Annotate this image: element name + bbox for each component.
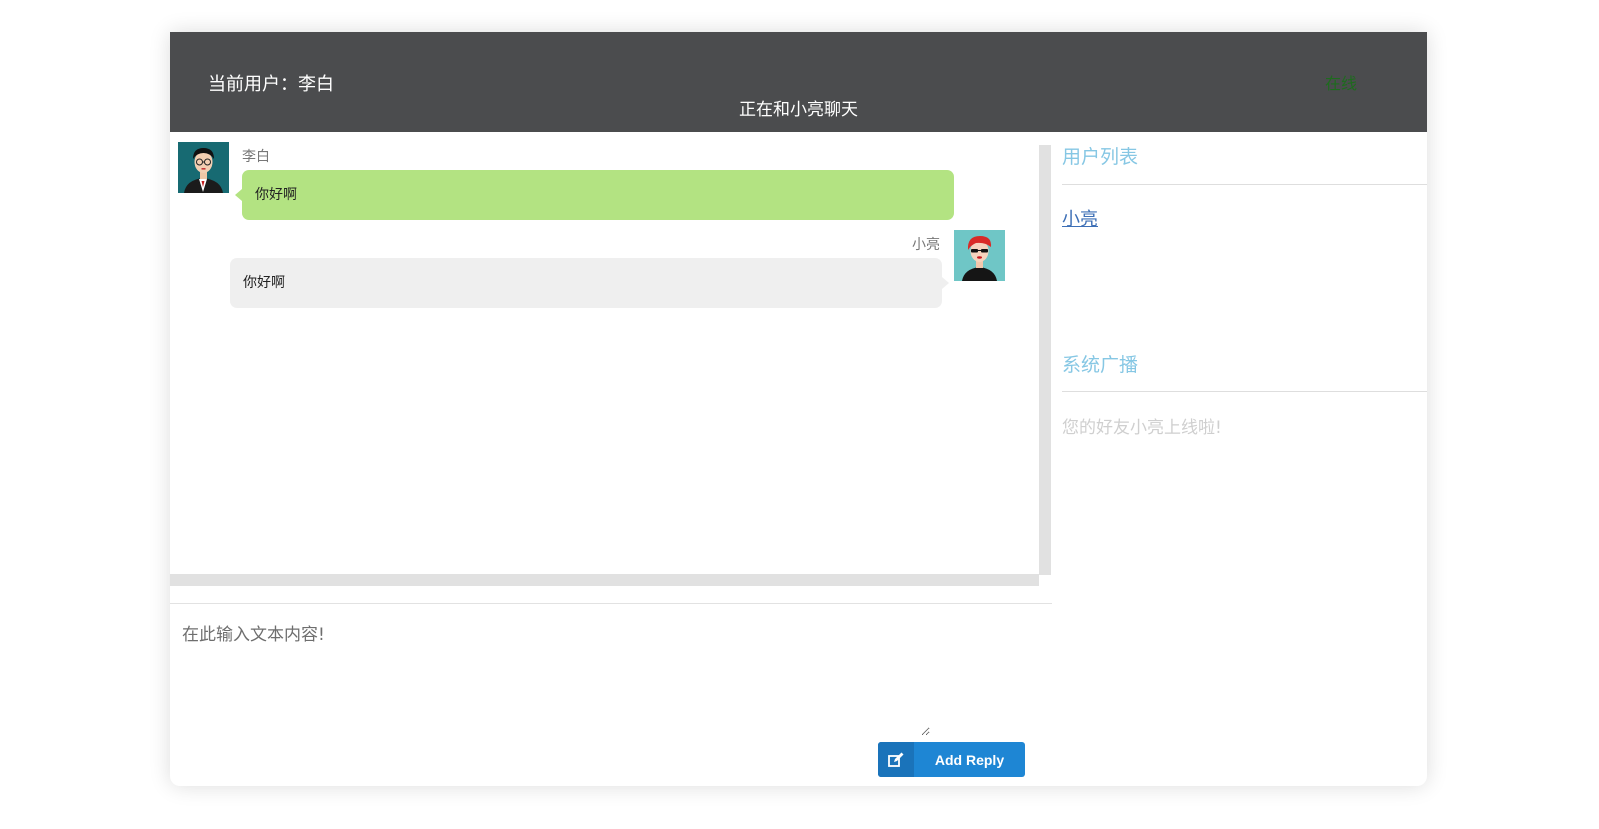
avatar-xiaoliang bbox=[954, 230, 1005, 281]
broadcast-divider bbox=[1062, 391, 1427, 392]
chat-header: 当前用户：李白 正在和小亮聊天 在线 bbox=[170, 32, 1427, 132]
current-user-label: 当前用户：李白 bbox=[208, 74, 334, 95]
add-reply-button[interactable]: Add Reply bbox=[878, 742, 1025, 777]
message-list[interactable]: 李白 你好啊 小亮 你好啊 bbox=[170, 132, 1039, 574]
broadcast-title: 系统广播 bbox=[1062, 354, 1139, 376]
message-bubble: 你好啊 bbox=[235, 170, 954, 220]
user-list-title: 用户列表 bbox=[1062, 146, 1139, 168]
edit-icon bbox=[878, 742, 914, 777]
bubble-tail bbox=[235, 189, 242, 201]
broadcast-message: 您的好友小亮上线啦! bbox=[1062, 418, 1222, 438]
bubble-tail bbox=[942, 277, 949, 289]
chat-partner-title: 正在和小亮聊天 bbox=[739, 100, 858, 120]
vertical-scrollbar[interactable] bbox=[1039, 145, 1051, 575]
message-text: 你好啊 bbox=[243, 275, 285, 291]
message-input[interactable] bbox=[170, 606, 930, 736]
add-reply-label: Add Reply bbox=[934, 751, 1005, 768]
avatar-libai bbox=[178, 142, 229, 193]
message-sender-name: 小亮 bbox=[912, 237, 940, 253]
user-list-item[interactable]: 小亮 bbox=[1062, 205, 1098, 231]
message-text: 你好啊 bbox=[255, 187, 297, 203]
chat-window: 当前用户：李白 正在和小亮聊天 在线 李白 你好啊 小亮 你好啊 在此输入文本内… bbox=[170, 32, 1427, 786]
user-list-divider bbox=[1062, 184, 1427, 185]
online-status-badge: 在线 bbox=[1325, 74, 1358, 93]
message-bubble: 你好啊 bbox=[230, 258, 949, 308]
message-sender-name: 李白 bbox=[242, 149, 270, 165]
horizontal-scrollbar[interactable] bbox=[170, 574, 1039, 586]
input-divider bbox=[170, 603, 1052, 604]
